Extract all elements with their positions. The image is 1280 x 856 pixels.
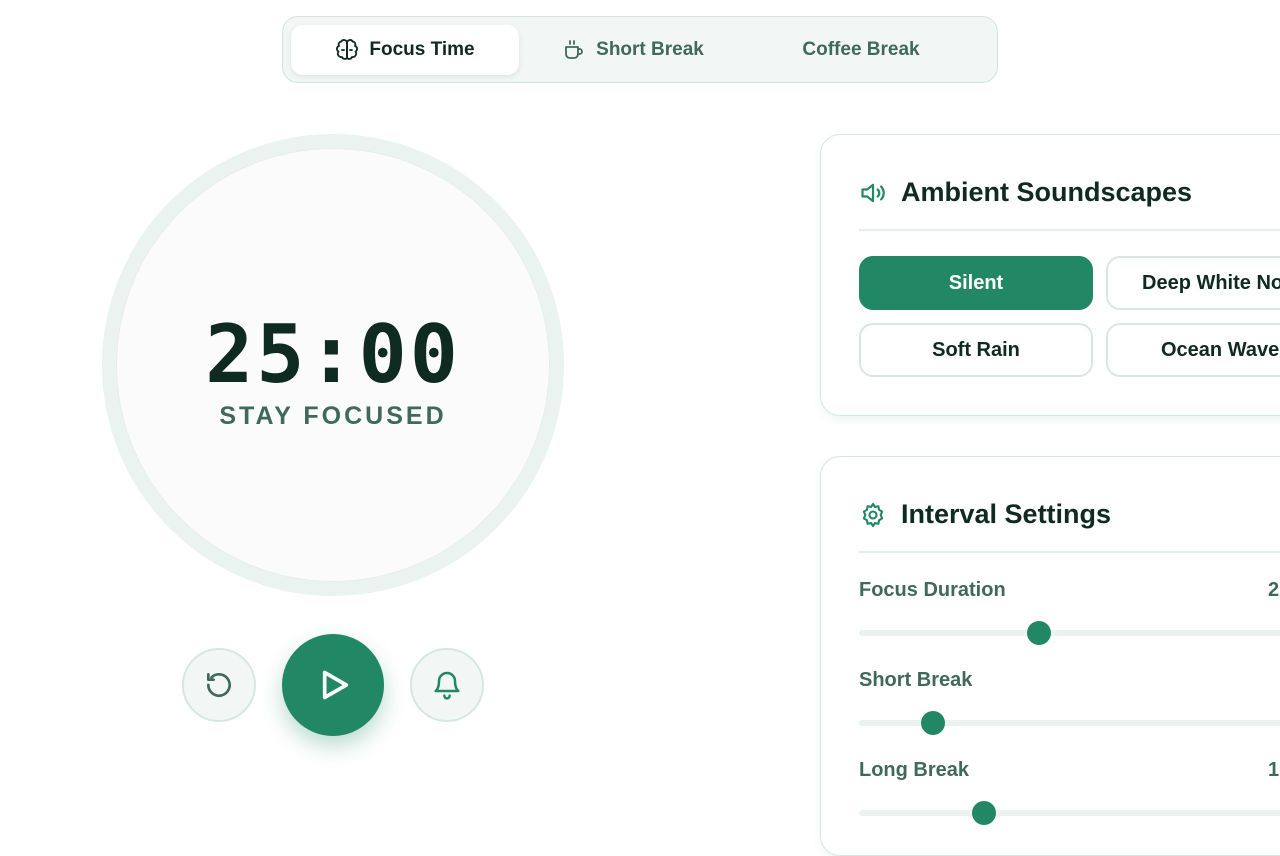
coffee-cup-icon (565, 39, 584, 59)
mode-tabs: Focus Time Short Break Coffee Break (282, 16, 998, 83)
bell-button[interactable] (410, 648, 484, 722)
long-break-value: 1 (1268, 759, 1280, 781)
tab-label: Short Break (596, 38, 704, 60)
interval-header: Interval Settings (859, 499, 1111, 530)
gear-icon (862, 502, 884, 527)
sound-option-soft-rain[interactable]: Soft Rain (859, 323, 1093, 377)
short-break-label: Short Break (859, 669, 973, 691)
divider (859, 551, 1280, 553)
play-icon (322, 670, 349, 700)
slider-thumb[interactable] (1027, 621, 1051, 645)
slider-thumb[interactable] (971, 801, 996, 825)
tab-focus-time[interactable]: Focus Time (291, 24, 519, 75)
tab-label: Focus Time (369, 38, 475, 60)
reset-button[interactable] (182, 648, 256, 722)
bell-icon (434, 671, 460, 700)
interval-settings-card: Interval Settings Focus Duration 2 Short… (820, 456, 1280, 856)
brain-icon (336, 38, 359, 60)
sound-option-silent[interactable]: Silent (859, 256, 1093, 310)
long-break-slider[interactable] (859, 801, 1280, 825)
divider (859, 229, 1280, 231)
speaker-icon (861, 183, 885, 202)
timer-ring: 25:00 STAY FOCUSED (102, 134, 564, 596)
soundscapes-card: Ambient Soundscapes Silent Deep White No… (820, 134, 1280, 416)
focus-duration-value: 2 (1268, 579, 1280, 601)
card-title: Ambient Soundscapes (901, 177, 1193, 207)
long-break-label: Long Break (859, 759, 970, 781)
timer-status: STAY FOCUSED (219, 402, 447, 430)
sound-option-ocean-waves[interactable]: Ocean Waves (1106, 323, 1280, 377)
short-break-slider[interactable] (859, 711, 1280, 735)
reset-icon (207, 673, 231, 697)
focus-duration-label: Focus Duration (859, 579, 1006, 601)
focus-duration-slider[interactable] (859, 621, 1280, 645)
tab-short-break[interactable]: Short Break (519, 25, 747, 75)
timer-display: 25:00 (205, 308, 461, 401)
soundscapes-header: Ambient Soundscapes (859, 177, 1192, 208)
card-title: Interval Settings (901, 499, 1112, 529)
sound-option-white-noise[interactable]: Deep White Noise (1106, 256, 1280, 310)
slider-thumb[interactable] (921, 711, 946, 735)
play-button[interactable] (282, 634, 384, 736)
tab-label: Coffee Break (802, 38, 920, 60)
tab-coffee-break[interactable]: Coffee Break (747, 25, 975, 75)
